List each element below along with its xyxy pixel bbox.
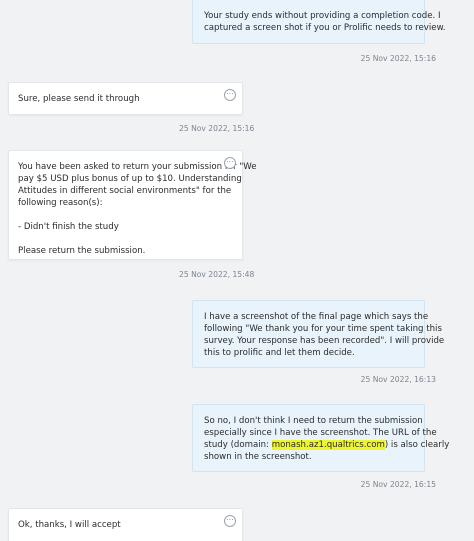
message-text: Attitudes in different social environmen… xyxy=(18,186,232,196)
message-text: following reason(s): xyxy=(18,198,103,208)
message-incoming: You have been asked to return your submi… xyxy=(8,150,257,260)
message-timestamp: 25 Nov 2022, 15:16 xyxy=(179,124,255,133)
message-text: this to prolific and let them decide. xyxy=(204,348,355,358)
message-text: Sure, please send it through xyxy=(18,94,140,104)
message-timestamp: 25 Nov 2022, 15:48 xyxy=(179,270,255,279)
message-timestamp: 25 Nov 2022, 16:15 xyxy=(360,480,436,489)
message-thread: Your study ends without providing a comp… xyxy=(0,0,474,541)
message-text: captured a screen shot if you or Prolifi… xyxy=(204,23,446,33)
message-text: shown in the screenshot. xyxy=(204,452,312,462)
message-timestamp: 25 Nov 2022, 16:13 xyxy=(360,375,436,384)
ellipsis-icon: ··· xyxy=(226,89,234,98)
message-outgoing: So no, I don't think I need to return th… xyxy=(192,404,449,472)
message-text: especially since I have the screenshot. … xyxy=(204,428,437,438)
message-outgoing: Your study ends without providing a comp… xyxy=(192,0,446,44)
message-options-button[interactable]: ··· xyxy=(224,157,236,169)
message-text: Please return the submission. xyxy=(18,246,146,256)
message-text: Your study ends without providing a comp… xyxy=(204,11,441,21)
highlighted-url: monash.az1.qualtrics.com xyxy=(271,440,385,450)
message-text: survey. Your response has been recorded"… xyxy=(204,336,445,346)
message-text: Ok, thanks, I will accept xyxy=(18,520,121,530)
message-text: So no, I don't think I need to return th… xyxy=(204,416,423,426)
message-outgoing: I have a screenshot of the final page wh… xyxy=(192,300,445,368)
message-options-button[interactable]: ··· xyxy=(224,515,236,527)
ellipsis-icon: ··· xyxy=(226,515,234,524)
message-text: - Didn't finish the study xyxy=(18,222,119,232)
message-incoming: Sure, please send it through ··· xyxy=(8,82,243,115)
message-text: pay $5 USD plus bonus of up to $10. Unde… xyxy=(18,174,242,184)
message-text: following "We thank you for your time sp… xyxy=(204,324,442,334)
message-text: I have a screenshot of the final page wh… xyxy=(204,312,429,322)
message-text: study (domain: xyxy=(204,440,272,450)
message-timestamp: 25 Nov 2022, 15:16 xyxy=(360,54,436,63)
message-options-button[interactable]: ··· xyxy=(224,89,236,101)
message-text-line: study (domain: monash.az1.qualtrics.com)… xyxy=(204,439,449,451)
message-incoming: Ok, thanks, I will accept ··· xyxy=(8,508,243,541)
message-text: You have been asked to return your submi… xyxy=(18,162,257,172)
message-text: ) is also clearly xyxy=(384,440,450,450)
ellipsis-icon: ··· xyxy=(226,157,234,166)
